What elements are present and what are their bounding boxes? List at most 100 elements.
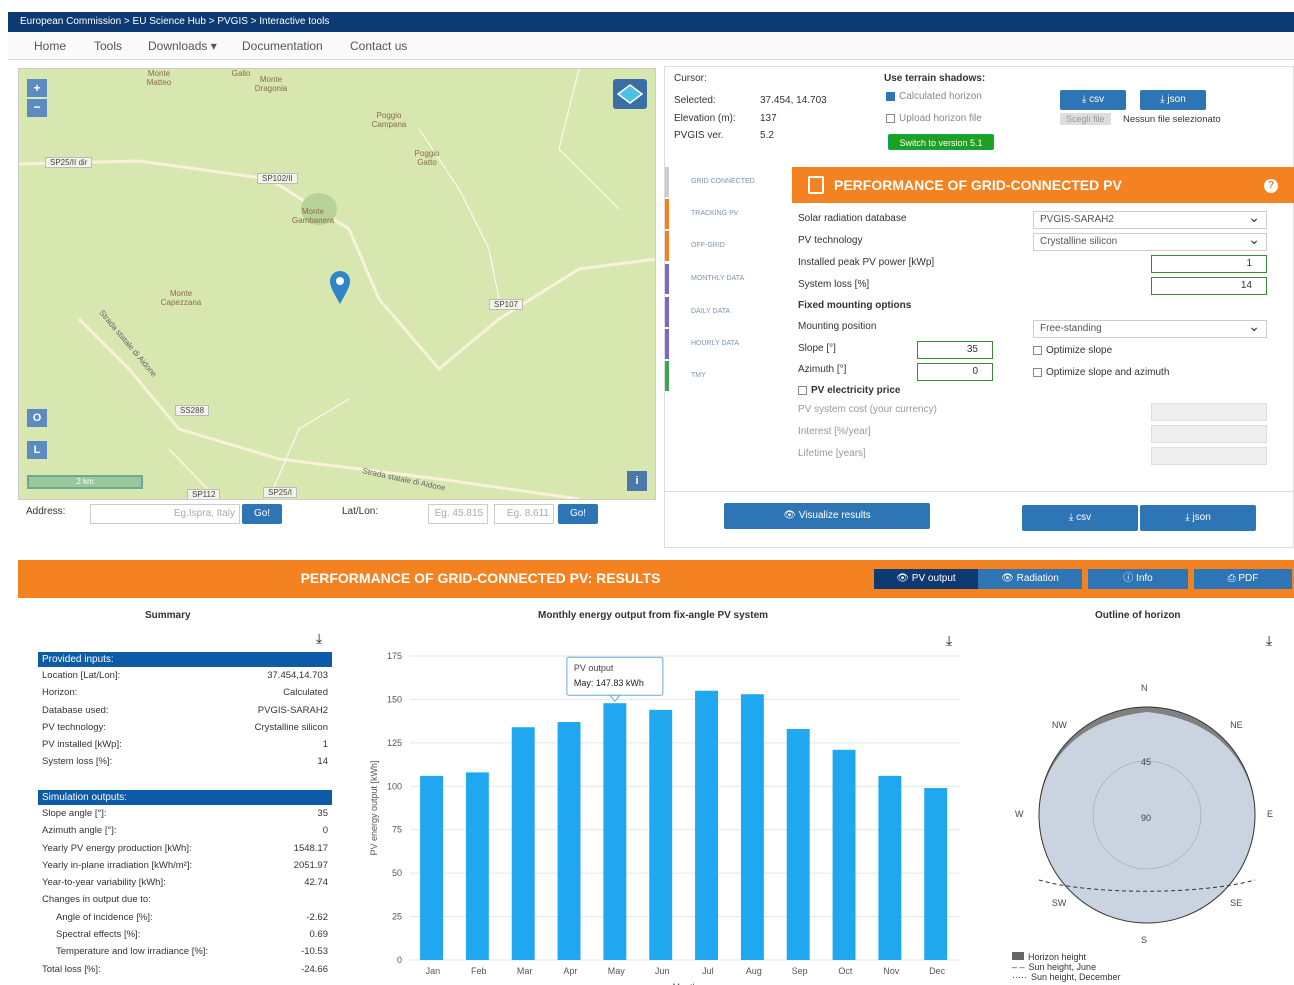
ring-label: 90 [1141, 813, 1152, 823]
azimuth-input[interactable]: 0 [917, 363, 993, 381]
results-json-button[interactable]: ⤓ json [1140, 505, 1256, 531]
pdf-button[interactable]: ⎙ PDF [1194, 569, 1292, 589]
price-option[interactable]: PV electricity price [798, 385, 901, 396]
form-title: PERFORMANCE OF GRID-CONNECTED PV [834, 177, 1122, 193]
nav-documentation[interactable]: Documentation [242, 39, 323, 53]
nav-downloads[interactable]: Downloads ▾ [148, 39, 217, 53]
ring-label: 45 [1141, 757, 1152, 767]
checkbox-icon[interactable] [886, 113, 895, 123]
nav-home[interactable]: Home [34, 39, 66, 53]
table-row: Temperature and low irradiance [%]: -10.5… [38, 943, 332, 960]
horizon-download-icon[interactable]: ⤓ [1266, 632, 1272, 649]
results-header: PERFORMANCE OF GRID-CONNECTED PV: RESULT… [18, 560, 1294, 598]
tab-grid-connected[interactable]: GRID CONNECTED [665, 167, 789, 197]
bar[interactable] [465, 772, 489, 960]
db-select[interactable]: PVGIS-SARAH2 [1033, 209, 1267, 229]
x-tick-label: Oct [838, 966, 853, 976]
latlon-label: Lat/Lon: [342, 506, 379, 517]
bar[interactable] [878, 775, 902, 960]
pv-output-button[interactable]: 👁 PV output [874, 569, 978, 589]
map-view[interactable]: + − Monte Matteo Gallo Monte Dragonia Pogg… [18, 68, 656, 500]
location-pin-icon[interactable] [328, 269, 352, 305]
zoom-out-button[interactable]: − [27, 99, 47, 117]
row-value: 35 [317, 808, 328, 819]
bar[interactable] [832, 749, 856, 960]
selected-value: 37.454, 14.703 [760, 95, 827, 106]
table-row: Spectral effects [%]: 0.69 [38, 926, 332, 943]
layers-button[interactable] [613, 79, 647, 109]
info-results-button[interactable]: ⓘ Info [1088, 569, 1188, 589]
zoom-in-button[interactable]: + [27, 79, 47, 97]
bar[interactable] [603, 703, 627, 960]
tab-hourly-data[interactable]: HOURLY DATA [665, 329, 789, 359]
place-label: Monte Capezzana [160, 289, 202, 307]
row-value: 0 [322, 825, 328, 837]
breadcrumb[interactable]: European Commission > EU Science Hub > P… [8, 12, 1294, 32]
visualize-results-button[interactable]: 👁 Visualize results [724, 503, 930, 529]
interest-input[interactable] [1151, 425, 1267, 443]
nav-contact[interactable]: Contact us [350, 39, 407, 53]
bar[interactable] [695, 690, 718, 960]
summary-download-icon[interactable]: ⤓ [316, 630, 322, 647]
info-label: Info [1136, 573, 1153, 584]
bar[interactable] [557, 722, 581, 960]
tab-daily-data[interactable]: DAILY DATA [665, 297, 789, 327]
divider [665, 491, 1293, 492]
results-csv-button[interactable]: ⤓ csv [1022, 505, 1138, 531]
button-o[interactable]: O [27, 409, 47, 427]
radiation-button[interactable]: 👁 Radiation [978, 569, 1082, 589]
mount-select[interactable]: Free-standing [1033, 318, 1267, 338]
bar[interactable] [420, 775, 443, 960]
bar[interactable] [649, 709, 673, 960]
slope-input[interactable]: 35 [917, 341, 993, 359]
bar[interactable] [740, 694, 764, 960]
optimize-slope-azimuth-option[interactable]: Optimize slope and azimuth [1033, 367, 1169, 378]
checkbox-checked-icon[interactable] [886, 91, 895, 101]
address-go-button[interactable]: Go! [242, 504, 282, 524]
tooltip-title: PV output [574, 663, 614, 673]
bar[interactable] [511, 727, 535, 960]
row-value: -24.66 [301, 963, 328, 975]
tab-monthly-data[interactable]: MONTHLY DATA [665, 264, 789, 294]
help-icon[interactable]: ? [1264, 179, 1278, 193]
optimize-slope-option[interactable]: Optimize slope [1033, 345, 1112, 356]
place-label: Monte Dragonia [254, 75, 288, 93]
bar[interactable] [786, 728, 810, 960]
tab-off-grid[interactable]: OFF-GRID [665, 231, 789, 261]
lat-input[interactable]: Eg. 45.815 [428, 504, 488, 524]
nav-tools[interactable]: Tools [94, 39, 122, 53]
cost-input[interactable] [1151, 403, 1267, 421]
latlon-go-button[interactable]: Go! [558, 504, 598, 524]
tech-select[interactable]: Crystalline silicon [1033, 231, 1267, 251]
table-row: Location [Lat/Lon]: 37.454,14.703 [38, 667, 332, 684]
lifetime-input[interactable] [1151, 447, 1267, 465]
calculated-horizon-option[interactable]: Calculated horizon [886, 91, 982, 102]
horizon-json-button[interactable]: ⤓ json [1140, 90, 1206, 110]
tab-tmy[interactable]: TMY [665, 361, 789, 391]
tool-tabs: GRID CONNECTED TRACKING PV OFF-GRID MONT… [665, 167, 789, 397]
checkbox-icon[interactable] [798, 385, 807, 395]
checkbox-icon[interactable] [1033, 367, 1042, 377]
horizon-csv-button[interactable]: ⤓ csv [1060, 90, 1126, 110]
upload-horizon-option[interactable]: Upload horizon file [886, 113, 982, 124]
peak-power-input[interactable]: 1 [1151, 255, 1267, 273]
address-input[interactable]: Eg.Ispra, Italy [90, 504, 240, 524]
y-axis-label: PV energy output [kWh] [369, 760, 379, 855]
row-key: Azimuth angle [°]: [42, 825, 117, 837]
row-key: PV installed [kWp]: [42, 739, 122, 751]
button-l[interactable]: L [27, 441, 47, 459]
checkbox-icon[interactable] [1033, 345, 1042, 355]
x-tick-label: Jul [702, 966, 714, 976]
row-value: -10.53 [301, 946, 328, 958]
bar[interactable] [924, 788, 948, 960]
road-label: SP112 [187, 489, 221, 499]
lifetime-label: Lifetime [years] [798, 448, 866, 459]
system-loss-input[interactable]: 14 [1151, 277, 1267, 295]
switch-version-button[interactable]: Switch to version 5.1 [888, 134, 994, 150]
tab-tracking-pv[interactable]: TRACKING PV [665, 199, 789, 229]
row-value: 1 [322, 739, 328, 751]
info-button[interactable]: i [627, 471, 647, 491]
upload-horizon-label: Upload horizon file [899, 113, 982, 124]
lon-input[interactable]: Eg. 8.611 [494, 504, 554, 524]
choose-file-button[interactable]: Scegli file [1060, 113, 1111, 125]
